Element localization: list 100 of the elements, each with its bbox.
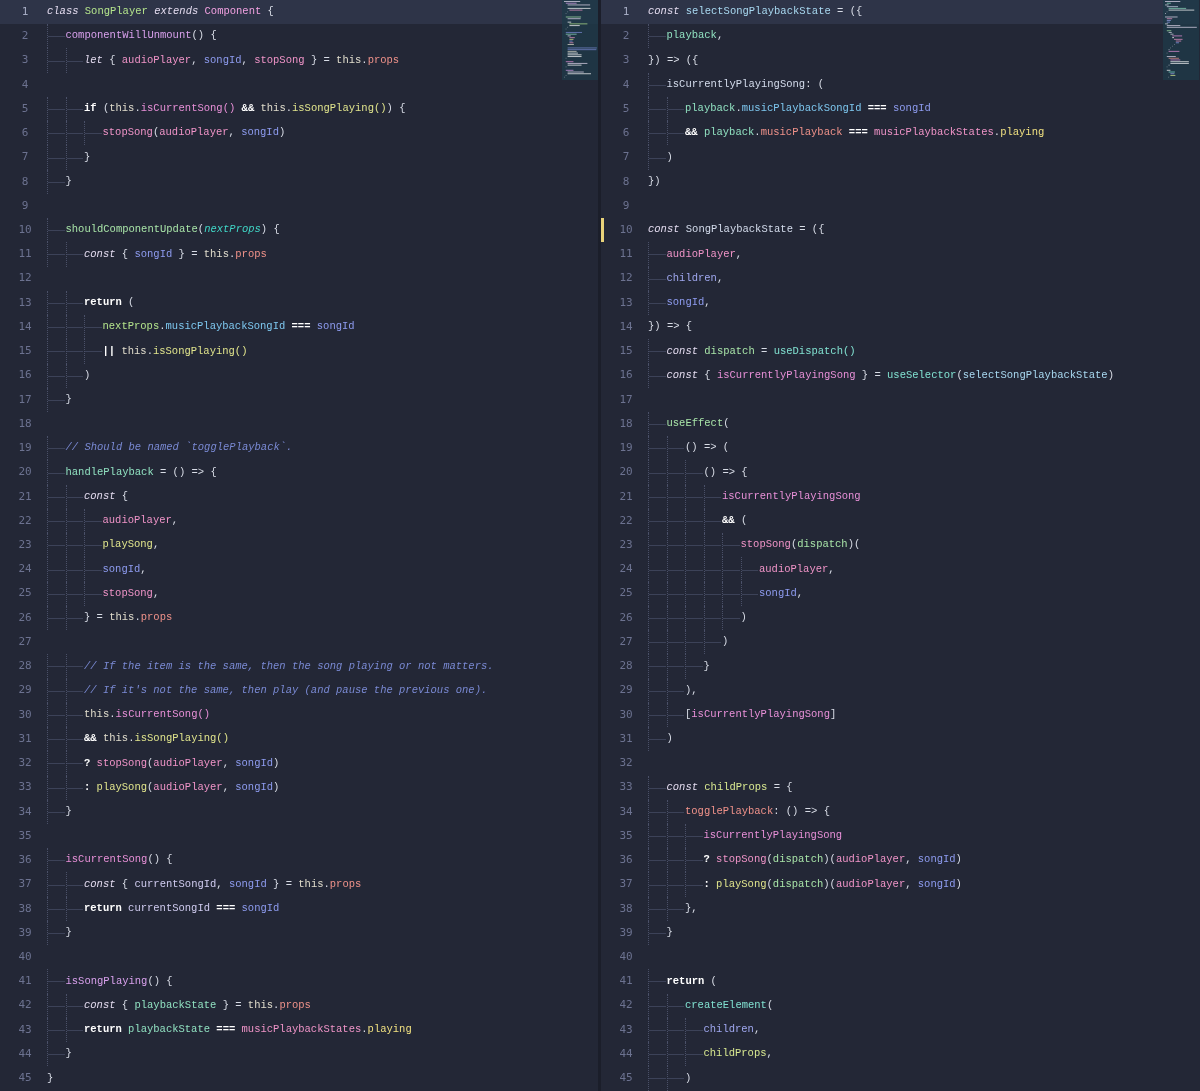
code-line: || this.isSongPlaying() [102, 343, 248, 359]
code-line: ? stopSong(audioPlayer, songId) [84, 755, 280, 771]
line-number: 27 [18, 633, 32, 650]
code-line: playback.musicPlaybackSongId === songId [685, 101, 931, 117]
line-number: 5 [21, 100, 29, 117]
line-number: 14 [18, 318, 32, 335]
line-number: 44 [619, 1045, 633, 1062]
line-number: 32 [18, 755, 32, 772]
line-number: 23 [18, 537, 32, 553]
code-line: const { songId } = this.props [84, 246, 267, 262]
line-number: 44 [18, 1045, 32, 1062]
line-number: 22 [18, 512, 32, 529]
code-line: shouldComponentUpdate(nextProps) { [65, 222, 280, 238]
code-line: isCurrentlyPlayingSong [722, 488, 861, 504]
line-number: 10 [619, 221, 633, 238]
code-line: const { playbackState } = this.props [84, 997, 311, 1013]
code-line: ) [722, 634, 729, 650]
minimap[interactable] [562, 0, 598, 80]
line-number: 20 [18, 464, 32, 481]
code-line: songId, [759, 585, 804, 601]
code-line: isCurrentlyPlayingSong: ( [666, 76, 825, 92]
line-number: 10 [18, 221, 32, 238]
code-line: [isCurrentlyPlayingSong] [685, 707, 837, 723]
line-number: 24 [619, 561, 633, 578]
code-line: isSongPlaying() { [65, 973, 173, 989]
line-number: 42 [619, 997, 633, 1014]
line-number: 42 [18, 997, 32, 1014]
code-line: }) => ({ [648, 52, 699, 68]
code-line: : playSong(dispatch)(audioPlayer, songId) [703, 876, 962, 892]
code-line: return ( [84, 295, 135, 311]
line-number: 12 [619, 270, 633, 287]
line-number: 15 [18, 343, 32, 360]
line-number: 16 [619, 367, 633, 384]
code-line: nextProps.musicPlaybackSongId === songId [102, 319, 355, 335]
code-line: playSong, [102, 537, 160, 553]
code-line: }) [648, 173, 661, 189]
line-number: 45 [619, 1070, 633, 1087]
line-number: 25 [18, 585, 32, 602]
line-number: 8 [21, 173, 29, 190]
line-number: 1 [622, 3, 630, 20]
line-number: 11 [18, 246, 32, 263]
line-number: 28 [18, 658, 32, 675]
line-number: 36 [619, 852, 633, 869]
code-line: createElement( [685, 997, 774, 1013]
line-number: 37 [18, 876, 32, 893]
code-comment: // If it's not the same, then play (and pause the previous one). [84, 682, 488, 698]
line-number: 16 [18, 367, 32, 384]
code-line: } [84, 149, 91, 165]
code-line: }, [685, 900, 698, 916]
line-number: 9 [21, 197, 29, 214]
line-number: 31 [18, 730, 32, 747]
line-number: 15 [619, 343, 633, 360]
line-number: 26 [18, 609, 32, 626]
line-number: 18 [619, 415, 633, 432]
code-line: ) [84, 367, 91, 383]
line-number: 39 [18, 924, 32, 941]
line-number: 5 [622, 100, 630, 117]
code-line: const selectSongPlaybackState = ({ [648, 4, 863, 20]
line-number: 38 [619, 900, 633, 917]
line-number: 28 [619, 658, 633, 675]
code-line: isCurrentSong() { [65, 852, 173, 868]
code-line: this.isCurrentSong() [84, 707, 211, 723]
code-line: componentWillUnmount() { [65, 28, 217, 44]
line-number: 4 [622, 76, 630, 93]
line-number: 19 [18, 440, 32, 457]
code-line: ) [685, 1070, 692, 1086]
code-line: children, [703, 1022, 761, 1038]
line-number: 17 [619, 391, 633, 408]
code-line: class SongPlayer extends Component { [47, 4, 274, 20]
line-number: 31 [619, 730, 633, 747]
line-number: 6 [21, 125, 29, 142]
code-line: if (this.isCurrentSong() && this.isSongPlaying()) { [84, 101, 406, 117]
line-number: 38 [18, 900, 32, 917]
line-number: 39 [619, 924, 633, 941]
line-number: 33 [619, 779, 633, 796]
code-line: stopSong(audioPlayer, songId) [102, 125, 286, 141]
code-line: ) [740, 610, 747, 626]
line-number: 40 [18, 949, 32, 965]
line-number: 32 [619, 755, 633, 772]
line-number: 30 [18, 706, 32, 723]
line-number: 35 [619, 827, 633, 844]
code-line: let { audioPlayer, songId, stopSong } = this.props [84, 52, 400, 68]
code-line: const { [84, 488, 129, 504]
minimap[interactable] [1163, 0, 1199, 80]
line-number: 25 [619, 585, 633, 602]
line-number: 27 [619, 633, 633, 650]
code-comment: // If the item is the same, then the song playing or not matters. [84, 658, 494, 674]
code-line: ), [685, 682, 698, 698]
line-number: 41 [18, 973, 32, 990]
code-line: audioPlayer, [759, 561, 835, 577]
code-line: } [65, 803, 72, 819]
code-line: () => { [703, 464, 748, 480]
line-number: 24 [18, 561, 32, 578]
code-line: audioPlayer, [102, 513, 179, 529]
code-line: return currentSongId === songId [84, 900, 280, 916]
code-line: } [47, 1070, 54, 1086]
line-number: 41 [619, 973, 633, 990]
line-number: 13 [619, 294, 633, 311]
line-number: 6 [622, 125, 630, 142]
code-line: songId, [102, 561, 147, 577]
